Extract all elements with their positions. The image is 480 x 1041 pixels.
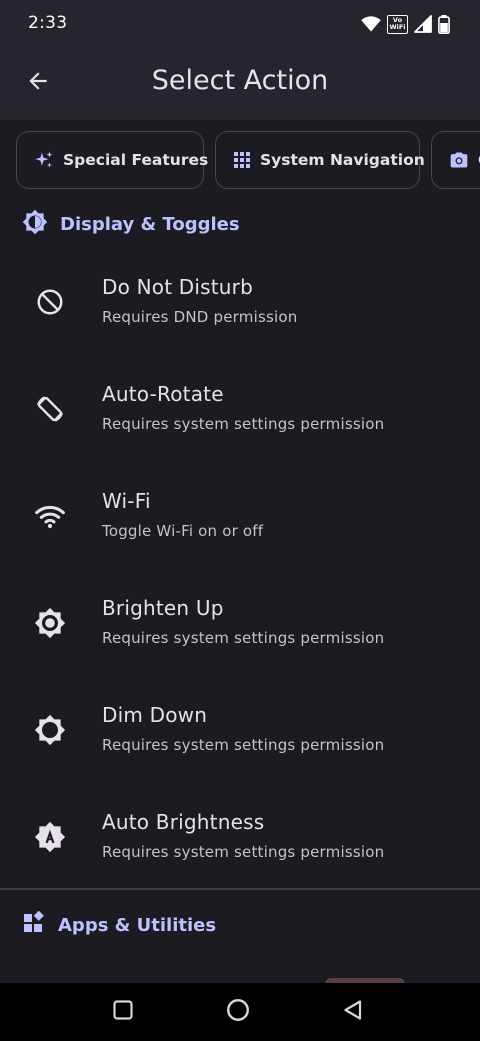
wifi-icon	[34, 500, 66, 532]
app-bar: Select Action	[0, 48, 480, 118]
brightness-low-icon	[34, 714, 66, 746]
section-divider	[0, 888, 480, 890]
action-title: Auto-Rotate	[102, 382, 224, 406]
triangle-back-icon	[341, 998, 365, 1026]
brightness-high-icon	[34, 607, 66, 639]
grid-icon	[233, 151, 251, 169]
section-title: Apps & Utilities	[58, 914, 217, 936]
status-time: 2:33	[28, 13, 68, 33]
vowifi-line2: WiFi	[389, 23, 406, 31]
section-header-apps-utilities: Apps & Utilities	[22, 910, 216, 940]
wifi-signal-icon	[361, 16, 381, 32]
chip-label: Special Features	[63, 151, 209, 169]
system-navigation-bar	[0, 983, 480, 1041]
screen-rotation-icon	[34, 393, 66, 425]
section-header-display-toggles: Display & Toggles	[22, 209, 240, 239]
action-subtitle: Requires system settings permission	[102, 629, 385, 647]
chip-label: System Navigation	[260, 151, 425, 169]
home-button[interactable]	[223, 997, 253, 1027]
action-subtitle: Toggle Wi-Fi on or off	[102, 522, 264, 540]
action-item-do-not-disturb[interactable]: Do Not Disturb Requires DND permission	[0, 254, 480, 361]
action-item-wifi[interactable]: Wi-Fi Toggle Wi-Fi on or off	[0, 468, 480, 575]
section-title: Display & Toggles	[60, 213, 240, 235]
recents-button[interactable]	[108, 997, 138, 1027]
action-item-brighten-up[interactable]: Brighten Up Requires system settings per…	[0, 575, 480, 682]
action-title: Wi-Fi	[102, 489, 151, 513]
action-item-auto-brightness[interactable]: Auto Brightness Requires system settings…	[0, 789, 480, 896]
action-subtitle: Requires system settings permission	[102, 415, 385, 433]
action-title: Dim Down	[102, 703, 208, 727]
circle-icon	[225, 997, 251, 1027]
action-title: Auto Brightness	[102, 810, 265, 834]
screen: 2:33 Vo WiFi Select Action Special Featu…	[0, 0, 480, 1041]
chip-camera[interactable]: C	[431, 131, 480, 189]
do-not-disturb-icon	[34, 286, 66, 318]
top-app-area: 2:33 Vo WiFi Select Action	[0, 0, 480, 120]
status-icons: Vo WiFi	[361, 13, 450, 35]
sparkle-icon	[34, 150, 54, 170]
status-bar: 2:33 Vo WiFi	[0, 0, 480, 48]
action-list: Do Not Disturb Requires DND permission A…	[0, 254, 480, 896]
action-subtitle: Requires DND permission	[102, 308, 298, 326]
camera-icon	[449, 150, 469, 170]
page-title: Select Action	[151, 65, 329, 96]
action-subtitle: Requires system settings permission	[102, 736, 385, 754]
action-title: Do Not Disturb	[102, 275, 254, 299]
action-item-auto-rotate[interactable]: Auto-Rotate Requires system settings per…	[0, 361, 480, 468]
battery-icon	[438, 14, 450, 34]
action-item-dim-down[interactable]: Dim Down Requires system settings permis…	[0, 682, 480, 789]
widgets-icon	[22, 910, 46, 940]
action-title: Brighten Up	[102, 596, 224, 620]
chip-special-features[interactable]: Special Features	[16, 131, 208, 189]
brightness-badge-icon	[22, 209, 48, 240]
action-subtitle: Requires system settings permission	[102, 843, 385, 861]
brightness-auto-icon	[34, 821, 66, 853]
chip-system-navigation[interactable]: System Navigation	[215, 131, 425, 189]
square-icon	[111, 998, 135, 1026]
cell-signal-icon	[414, 15, 432, 33]
category-chip-row: Special Features System Navigation	[16, 131, 480, 189]
vowifi-icon: Vo WiFi	[387, 14, 408, 34]
back-nav-button[interactable]	[338, 997, 368, 1027]
